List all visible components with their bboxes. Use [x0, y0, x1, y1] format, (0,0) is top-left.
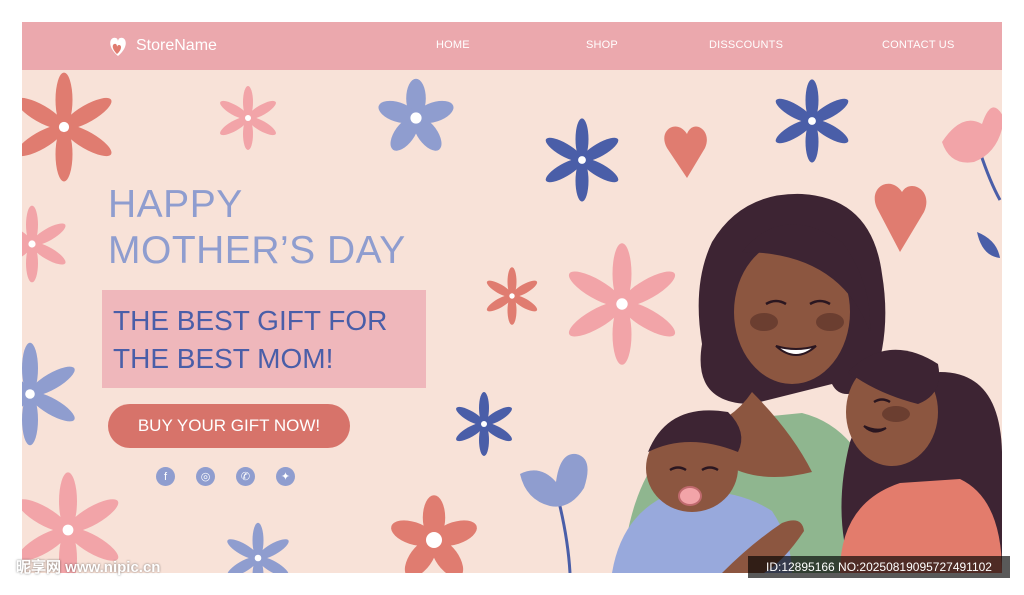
promo-line-2: THE BEST MOM!	[113, 343, 334, 374]
buy-gift-button[interactable]: BUY YOUR GIFT NOW!	[108, 404, 350, 448]
top-navbar: StoreName HOME SHOP DISSCOUNTS CONTACT U…	[22, 22, 1002, 70]
flower-decoration	[217, 86, 279, 150]
hero-headline: HAPPY MOTHER’S DAY	[108, 182, 406, 274]
flower-decoration	[484, 267, 540, 325]
family-illustration	[612, 193, 1002, 573]
store-name: StoreName	[136, 37, 217, 54]
headline-line-1: HAPPY	[108, 183, 243, 226]
heart-icon	[110, 37, 126, 56]
nav-shop[interactable]: SHOP	[586, 39, 618, 51]
nav-home[interactable]: HOME	[436, 39, 470, 51]
brand[interactable]: StoreName	[108, 32, 217, 60]
flower-decoration	[22, 72, 116, 182]
flower-decoration	[375, 78, 457, 156]
tulip-decoration	[942, 107, 1002, 258]
nav-discounts[interactable]: DISSCOUNTS	[709, 39, 783, 51]
facebook-icon[interactable]: f	[156, 467, 175, 486]
twitter-icon[interactable]: ✦	[276, 467, 295, 486]
heart-decoration	[874, 183, 927, 252]
flower-decoration	[542, 118, 622, 202]
heart-decoration	[664, 126, 707, 178]
whatsapp-icon[interactable]: ✆	[236, 467, 255, 486]
nav-contact-us[interactable]: CONTACT US	[882, 39, 955, 51]
tulip-decoration	[520, 453, 588, 573]
flower-decoration	[224, 522, 292, 573]
flower-decoration	[387, 495, 481, 573]
flower-decoration	[453, 392, 515, 456]
flower-decoration	[772, 79, 852, 163]
promo-banner: THE BEST GIFT FOR THE BEST MOM!	[102, 290, 426, 388]
instagram-icon[interactable]: ◎	[196, 467, 215, 486]
flower-decoration	[22, 342, 79, 446]
headline-line-2: MOTHER’S DAY	[108, 229, 406, 272]
flower-decoration	[564, 243, 680, 365]
page-frame: StoreName HOME SHOP DISSCOUNTS CONTACT U…	[22, 22, 1002, 573]
watermark-id: ID:12895166 NO:20250819095727491102	[748, 556, 1010, 578]
social-links: f ◎ ✆ ✦	[156, 467, 295, 486]
watermark-site: 昵享网 www.nipic.cn	[16, 559, 161, 576]
flower-decoration	[22, 205, 69, 283]
promo-line-1: THE BEST GIFT FOR	[113, 305, 388, 336]
